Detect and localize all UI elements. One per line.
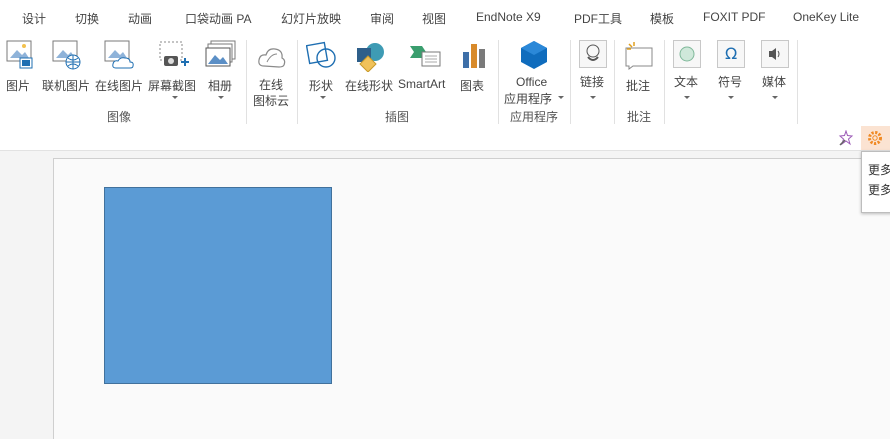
office-label-line2: 应用程序 <box>504 92 553 106</box>
tooltip-popup: 更多 更多 <box>861 151 890 213</box>
tooltip-title: 更多 <box>868 163 890 177</box>
link-dropdown-arrow <box>590 96 596 99</box>
link-label: 链接 <box>580 75 605 89</box>
group-separator <box>498 40 499 124</box>
linked-picture-button[interactable]: 联机图片 <box>40 38 92 106</box>
chart-label: 图表 <box>460 79 485 93</box>
group-separator <box>297 40 298 124</box>
group-separator <box>797 40 798 124</box>
picture-icon <box>6 40 33 69</box>
icon-cloud-button[interactable]: 在线 图标云 <box>250 38 292 108</box>
group-separator <box>614 40 615 124</box>
group-separator <box>570 40 571 124</box>
smartart-icon <box>410 46 441 67</box>
media-label: 媒体 <box>762 75 787 89</box>
cloud-picture-icon <box>104 40 134 69</box>
gear-icon <box>868 131 882 145</box>
comment-button[interactable]: 批注 <box>620 38 658 106</box>
tab-transitions[interactable]: 切换 <box>75 10 99 27</box>
online-picture-label: 在线图片 <box>95 79 144 93</box>
addin-toolbar <box>0 126 890 151</box>
link-icon <box>586 44 600 61</box>
tab-slideshow[interactable]: 幻灯片放映 <box>281 10 341 27</box>
online-shapes-icon <box>357 43 384 72</box>
tooltip-text: 更多 <box>868 183 890 197</box>
online-picture-icon <box>52 40 81 70</box>
cloud-label-line1: 在线 <box>259 78 284 92</box>
symbol-icon-box: Ω <box>717 40 745 68</box>
group-separator <box>246 40 247 124</box>
screenshot-dropdown-arrow <box>172 96 178 99</box>
text-icon-box <box>673 40 701 68</box>
chart-icon <box>463 44 485 68</box>
text-button[interactable]: 文本 <box>670 38 704 106</box>
symbol-dropdown-arrow <box>728 96 734 99</box>
album-dropdown-arrow <box>218 96 224 99</box>
online-shapes-label: 在线形状 <box>345 79 394 93</box>
text-dropdown-arrow <box>684 96 690 99</box>
group-label-apps: 应用程序 <box>510 110 559 124</box>
leaf-cloud-icon <box>258 48 286 68</box>
tab-view[interactable]: 视图 <box>422 10 446 27</box>
screenshot-icon <box>159 41 189 66</box>
shapes-icon <box>306 41 336 68</box>
album-icon <box>205 40 236 67</box>
omega-icon: Ω <box>725 44 738 63</box>
link-button[interactable]: 链接 <box>576 38 610 106</box>
smartart-button[interactable]: SmartArt <box>398 38 452 106</box>
cloud-label-line2: 图标云 <box>253 94 290 108</box>
rectangle-shape[interactable] <box>104 187 332 384</box>
media-button[interactable]: 媒体 <box>758 38 792 106</box>
tab-pocket-animation[interactable]: 口袋动画 PA <box>185 10 251 27</box>
tab-animations[interactable]: 动画 <box>128 10 152 27</box>
online-picture-button[interactable]: 在线图片 <box>94 38 146 106</box>
office-apps-button[interactable]: Office 应用程序 <box>503 38 565 106</box>
ribbon-tab-bar: 设计 切换 动画 口袋动画 PA 幻灯片放映 审阅 视图 EndNote X9 … <box>0 0 890 34</box>
text-label: 文本 <box>674 75 699 89</box>
picture-label: 图片 <box>6 79 31 93</box>
comment-icon <box>625 42 653 70</box>
link-icon-box <box>579 40 607 68</box>
album-label: 相册 <box>208 79 233 93</box>
tab-design[interactable]: 设计 <box>22 10 46 27</box>
tab-review[interactable]: 审阅 <box>370 10 394 27</box>
group-label-comments: 批注 <box>627 110 652 124</box>
tab-templates[interactable]: 模板 <box>650 10 674 27</box>
album-button[interactable]: 相册 <box>204 38 238 106</box>
shapes-button[interactable]: 形状 <box>303 38 341 106</box>
online-shapes-button[interactable]: 在线形状 <box>344 38 396 106</box>
shapes-dropdown-arrow <box>320 96 326 99</box>
media-icon-box <box>761 40 789 68</box>
office-store-icon <box>521 41 547 69</box>
tab-endnote[interactable]: EndNote X9 <box>476 10 541 24</box>
picture-button[interactable]: 图片 <box>2 38 36 106</box>
symbol-button[interactable]: Ω 符号 <box>714 38 748 106</box>
magic-wand-icon[interactable] <box>838 130 854 146</box>
tab-pdf-tools[interactable]: PDF工具 <box>574 10 622 27</box>
tab-onekey-lite[interactable]: OneKey Lite <box>793 10 859 24</box>
group-separator <box>664 40 665 124</box>
group-label-images: 图像 <box>107 110 132 124</box>
symbol-label: 符号 <box>718 75 743 89</box>
linked-picture-label: 联机图片 <box>42 79 91 93</box>
office-label-line1: Office <box>516 75 548 89</box>
smartart-label: SmartArt <box>398 77 446 91</box>
group-label-illustrations: 插图 <box>385 110 410 124</box>
text-icon <box>679 46 695 62</box>
screenshot-button[interactable]: 屏幕截图 <box>147 38 201 106</box>
screenshot-label: 屏幕截图 <box>148 79 197 93</box>
shapes-label: 形状 <box>309 79 334 93</box>
office-dropdown-arrow <box>558 96 564 99</box>
chart-button[interactable]: 图表 <box>456 38 490 106</box>
ribbon: 图片 联机图片 在线图片 屏幕截图 相册 图像 在线 图标云 形状 在线形状 S… <box>0 34 890 127</box>
tab-foxit-pdf[interactable]: FOXIT PDF <box>703 10 765 24</box>
speaker-icon <box>769 48 780 60</box>
settings-button[interactable] <box>861 126 890 150</box>
comment-label: 批注 <box>626 79 651 93</box>
media-dropdown-arrow <box>772 96 778 99</box>
